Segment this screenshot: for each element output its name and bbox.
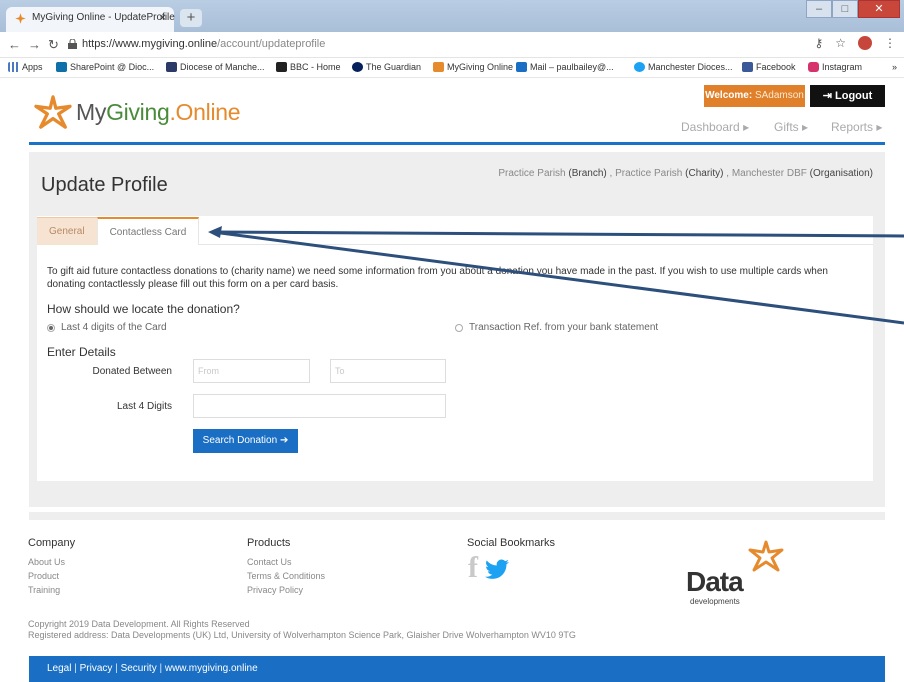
footer-company: Company About Us Product Training (28, 537, 75, 597)
company-heading: Company (28, 537, 76, 549)
security-link[interactable]: Security (121, 663, 157, 674)
about-us-link[interactable]: About Us (28, 555, 75, 569)
contact-us-link[interactable]: Contact Us (247, 555, 325, 569)
annotation-arrow-line (212, 230, 904, 238)
facebook-icon[interactable]: f (468, 553, 478, 583)
privacy-link[interactable]: Privacy (80, 663, 113, 674)
annotation-arrow-line (212, 230, 904, 325)
bottom-link-bar: Legal | Privacy | Security | www.mygivin… (29, 656, 885, 682)
footer-products: Products Contact Us Terms & Conditions P… (247, 537, 325, 597)
privacy-policy-link[interactable]: Privacy Policy (247, 583, 325, 597)
footer-divider (29, 512, 885, 520)
annotation-arrowhead (208, 226, 222, 238)
footer-social: Social Bookmarks (467, 537, 555, 555)
social-icons: f (468, 553, 510, 583)
developments-logo-word: developments (690, 597, 740, 606)
twitter-icon[interactable] (484, 559, 510, 581)
legal-link[interactable]: Legal (47, 663, 71, 674)
products-heading: Products (247, 537, 291, 549)
social-heading: Social Bookmarks (467, 537, 556, 549)
registered-address: Registered address: Data Developments (U… (28, 630, 576, 640)
copyright-text: Copyright 2019 Data Development. All Rig… (28, 619, 250, 629)
site-url-link[interactable]: www.mygiving.online (165, 663, 258, 674)
product-link[interactable]: Product (28, 569, 75, 583)
terms-link[interactable]: Terms & Conditions (247, 569, 325, 583)
training-link[interactable]: Training (28, 583, 75, 597)
data-logo-word: Data (686, 566, 744, 597)
copyright-block: Copyright 2019 Data Development. All Rig… (28, 619, 576, 641)
